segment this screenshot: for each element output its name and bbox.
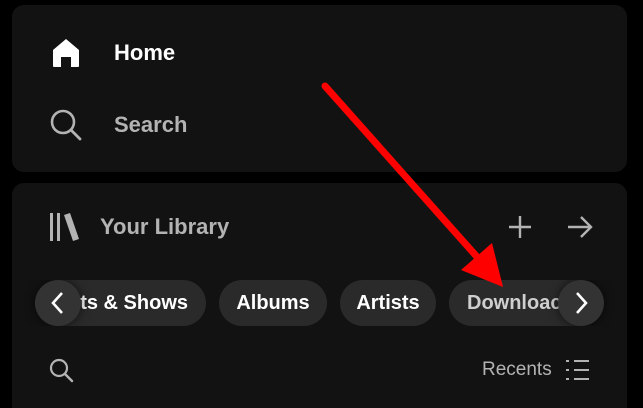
library-panel: Your Library ts & Shows Albums Artists D… [12,183,627,408]
spotify-sidebar: Home Search Your Library ts & Shows Albu… [0,0,643,408]
chevron-right-icon [572,291,590,315]
plus-icon [507,214,533,240]
nav-search[interactable]: Search [48,105,187,145]
chip-label: Albums [236,291,310,314]
filter-chips: ts & Shows Albums Artists Downloac [12,280,627,326]
your-library-button[interactable]: Your Library [48,207,229,247]
nav-home[interactable]: Home [48,33,175,73]
home-icon [48,35,84,71]
expand-library-button[interactable] [562,209,598,245]
scroll-chips-left-button[interactable] [35,280,81,326]
nav-panel: Home Search [12,5,627,172]
chip-label: Artists [356,291,420,314]
create-playlist-button[interactable] [502,209,538,245]
your-library-label: Your Library [100,214,230,239]
nav-home-label: Home [114,40,176,65]
sort-recents-button[interactable]: Recents [482,353,592,387]
nav-search-label: Search [114,112,188,137]
search-library-button[interactable] [44,353,78,387]
search-icon [48,107,84,143]
chip-albums[interactable]: Albums [219,280,327,326]
library-icon [48,210,82,244]
scroll-chips-right-button[interactable] [558,280,604,326]
sort-label: Recents [482,359,552,380]
chevron-left-icon [49,291,67,315]
list-icon [564,356,592,384]
arrow-right-icon [566,214,594,240]
chip-artists[interactable]: Artists [340,280,436,326]
search-icon [48,357,74,383]
chip-label: ts & Shows [80,291,188,314]
chip-label: Downloac [467,291,562,314]
